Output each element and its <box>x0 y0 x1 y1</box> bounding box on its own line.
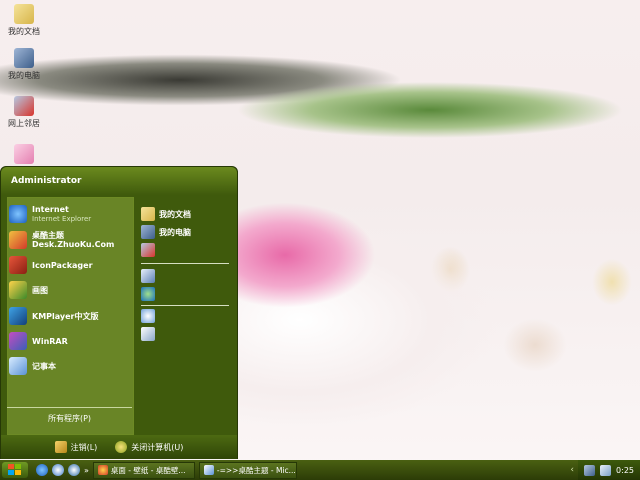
program-kmplayer[interactable]: KMPlayer中文版 <box>9 305 99 327</box>
program-label: 桌酷主题 <box>32 231 64 240</box>
run-icon <box>141 327 155 341</box>
program-winrar[interactable]: WinRAR <box>9 330 68 352</box>
windows-logo-icon <box>8 464 21 475</box>
right-item-label: 我的文档 <box>159 209 191 219</box>
winrar-icon <box>9 332 27 350</box>
right-item-internet-options[interactable] <box>141 285 159 303</box>
internet-explorer-icon <box>9 205 27 223</box>
paint-icon <box>9 281 27 299</box>
clock[interactable]: 0:25 <box>616 466 634 475</box>
program-label: IconPackager <box>32 260 93 270</box>
network-icon <box>14 96 34 116</box>
desktop-icon-label: 网上邻居 <box>8 119 40 128</box>
taskbar: » 桌面 - 壁纸 - 桌酷壁... -=>>桌酷主题 - Mic... ‹ 0… <box>0 460 640 480</box>
program-zhuoku[interactable]: 桌酷主题 Desk.ZhuoKu.Com <box>9 229 114 251</box>
logoff-button[interactable]: 注销(L) <box>54 441 98 453</box>
key-icon <box>54 441 67 453</box>
notepad-icon <box>9 357 27 375</box>
desktop-icon-recycle-bin[interactable] <box>2 144 46 166</box>
start-menu-header: Administrator <box>1 167 237 195</box>
computer-icon <box>14 48 34 68</box>
quicklaunch-chevron-icon[interactable]: » <box>84 466 89 475</box>
tray-toggle-icon[interactable]: ‹ <box>570 465 574 475</box>
right-item-my-computer[interactable]: 我的电脑 <box>141 223 191 241</box>
volume-icon[interactable] <box>600 464 612 476</box>
quicklaunch-media-icon[interactable] <box>68 464 80 476</box>
program-sublabel: Internet Explorer <box>32 214 92 223</box>
task-button-wallpaper[interactable]: 桌面 - 壁纸 - 桌酷壁... <box>92 461 195 479</box>
right-item-control-panel[interactable] <box>141 267 159 285</box>
control-panel-icon <box>141 269 155 283</box>
shutdown-button[interactable]: 关闭计算机(U) <box>115 441 183 453</box>
recycle-bin-icon <box>14 144 34 164</box>
program-notepad[interactable]: 记事本 <box>9 355 56 377</box>
program-sublabel: Desk.ZhuoKu.Com <box>32 240 115 249</box>
task-label: -=>>桌酷主题 - Mic... <box>216 465 296 475</box>
right-item-search[interactable] <box>141 307 159 325</box>
desktop-icon-my-computer[interactable]: 我的电脑 <box>2 48 46 81</box>
user-name: Administrator <box>11 176 82 186</box>
network-tray-icon[interactable] <box>584 464 596 476</box>
zhuoku-icon <box>9 231 27 249</box>
system-tray: 0:25 <box>578 460 640 480</box>
quicklaunch-ie-icon[interactable] <box>36 464 48 476</box>
program-label: 记事本 <box>32 361 56 371</box>
window-icon <box>203 465 214 475</box>
task-button-zhuoku[interactable]: -=>>桌酷主题 - Mic... <box>198 461 297 479</box>
logoff-label: 注销(L) <box>70 442 98 452</box>
folder-icon <box>14 4 34 24</box>
desktop-icon-label: 我的电脑 <box>8 71 40 80</box>
program-iconpackager[interactable]: IconPackager <box>9 254 93 276</box>
program-internet[interactable]: Internet Internet Explorer <box>9 203 91 225</box>
shutdown-label: 关闭计算机(U) <box>131 442 184 452</box>
right-item-my-documents[interactable]: 我的文档 <box>141 205 191 223</box>
right-item-network[interactable] <box>141 241 159 259</box>
program-label: Internet <box>32 204 69 214</box>
globe-icon <box>141 287 155 301</box>
all-programs-button[interactable]: 所有程序(P) <box>7 407 132 430</box>
folder-icon <box>141 207 155 221</box>
start-menu-footer: 注销(L) 关闭计算机(U) <box>1 435 237 459</box>
program-label: WinRAR <box>32 336 68 346</box>
quicklaunch-browser-icon[interactable] <box>52 464 64 476</box>
task-label: 桌面 - 壁纸 - 桌酷壁... <box>110 465 186 475</box>
right-item-label: 我的电脑 <box>159 227 191 237</box>
desktop-icon-label: 我的文档 <box>8 27 40 36</box>
desktop-icon-my-documents[interactable]: 我的文档 <box>2 4 46 37</box>
search-icon <box>141 309 155 323</box>
kmplayer-icon <box>9 307 27 325</box>
menu-separator <box>141 263 229 264</box>
desktop-icon-network[interactable]: 网上邻居 <box>2 96 46 129</box>
program-label: 画图 <box>32 285 48 295</box>
power-icon <box>115 441 128 453</box>
start-button[interactable] <box>2 462 28 478</box>
start-menu: Administrator Internet Internet Explorer … <box>0 166 238 459</box>
all-programs-label: 所有程序(P) <box>47 414 92 423</box>
menu-separator <box>141 305 229 306</box>
computer-icon <box>141 225 155 239</box>
network-icon <box>141 243 155 257</box>
iconpackager-icon <box>9 256 27 274</box>
program-paint[interactable]: 画图 <box>9 279 48 301</box>
right-item-run[interactable] <box>141 325 159 343</box>
browser-icon <box>97 465 108 475</box>
program-label: KMPlayer中文版 <box>32 311 99 321</box>
